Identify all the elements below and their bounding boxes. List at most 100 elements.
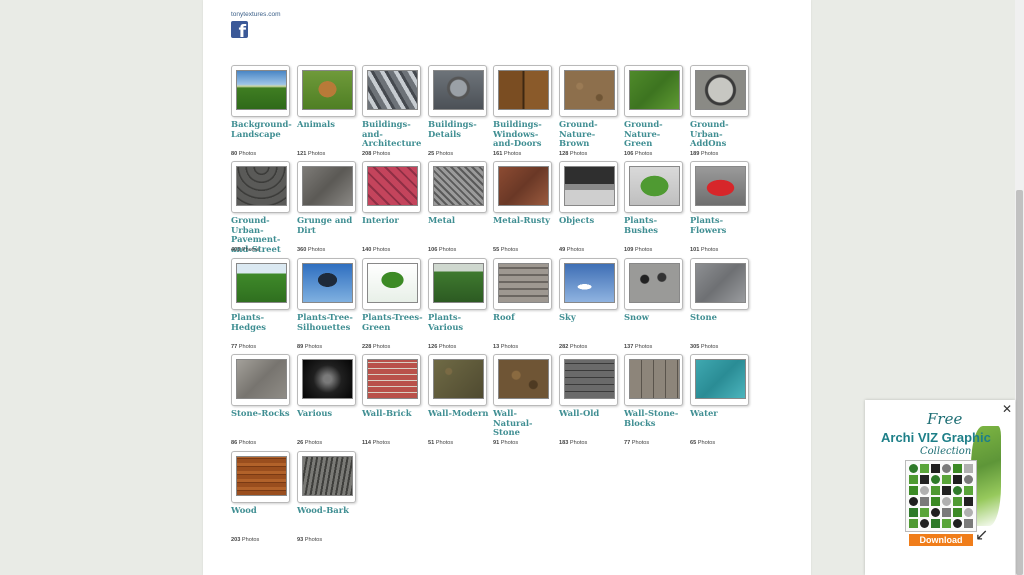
thumbnail-frame[interactable] (690, 258, 749, 310)
category-tile[interactable]: Plants-Tree-Silhouettes 89 Photos (297, 258, 359, 350)
category-tile[interactable]: Ground-Nature-Green 106 Photos (624, 65, 686, 157)
thumbnail-frame[interactable] (428, 258, 487, 310)
category-link[interactable]: Interior (362, 215, 424, 226)
category-tile[interactable]: Water 65 Photos (690, 354, 752, 446)
category-link[interactable]: Stone-Rocks (231, 408, 293, 419)
category-tile[interactable]: Wood-Bark 93 Photos (297, 451, 359, 543)
thumbnail-frame[interactable] (559, 65, 618, 117)
thumbnail-frame[interactable] (624, 65, 683, 117)
building-thumb[interactable] (367, 70, 418, 110)
category-link[interactable]: Background-Landscape (231, 119, 293, 139)
category-tile[interactable]: Buildings-Details 25 Photos (428, 65, 490, 157)
category-link[interactable]: Plants-Tree-Silhouettes (297, 312, 359, 332)
thumbnail-frame[interactable] (428, 65, 487, 117)
upholstery-thumb[interactable] (367, 166, 418, 206)
thumbnail-frame[interactable] (362, 354, 421, 406)
category-link[interactable]: Plants-Trees-Green (362, 312, 424, 332)
rust-thumb[interactable] (498, 166, 549, 206)
category-link[interactable]: Various (297, 408, 359, 419)
category-tile[interactable]: Plants-Trees-Green 228 Photos (362, 258, 424, 350)
category-link[interactable]: Stone (690, 312, 752, 323)
category-link[interactable]: Wood (231, 505, 293, 516)
brown-ground-thumb[interactable] (564, 70, 615, 110)
water-thumb[interactable] (695, 359, 746, 399)
category-link[interactable]: Animals (297, 119, 359, 130)
modern-wall-thumb[interactable] (433, 359, 484, 399)
thumbnail-frame[interactable] (297, 451, 356, 503)
stone-thumb[interactable] (695, 263, 746, 303)
category-tile[interactable]: Wall-Natural-Stone 91 Photos (493, 354, 555, 446)
thumbnail-frame[interactable] (559, 258, 618, 310)
tree-silhouette-thumb[interactable] (302, 263, 353, 303)
rock-thumb[interactable] (236, 359, 287, 399)
dog-thumb[interactable] (302, 70, 353, 110)
thumbnail-frame[interactable] (362, 65, 421, 117)
thumbnail-frame[interactable] (428, 354, 487, 406)
thumbnail-frame[interactable] (559, 161, 618, 213)
category-link[interactable]: Buildings-Details (428, 119, 490, 139)
grass-thumb[interactable] (629, 70, 680, 110)
manhole-thumb[interactable] (695, 70, 746, 110)
category-link[interactable]: Wall-Natural-Stone (493, 408, 555, 438)
thumbnail-frame[interactable] (231, 65, 290, 117)
category-tile[interactable]: Stone 305 Photos (690, 258, 752, 350)
category-tile[interactable]: Wall-Brick 114 Photos (362, 354, 424, 446)
plants-thumb[interactable] (433, 263, 484, 303)
category-link[interactable]: Buildings-Windows-and-Doors (493, 119, 555, 149)
thumbnail-frame[interactable] (297, 354, 356, 406)
category-tile[interactable]: Wood 203 Photos (231, 451, 293, 543)
category-link[interactable]: Ground-Nature-Green (624, 119, 686, 149)
wood-thumb[interactable] (236, 456, 287, 496)
category-link[interactable]: Metal (428, 215, 490, 226)
iron-gate-thumb[interactable] (433, 70, 484, 110)
metal-plate-thumb[interactable] (433, 166, 484, 206)
grunge-thumb[interactable] (302, 166, 353, 206)
category-link[interactable]: Wall-Old (559, 408, 621, 419)
category-tile[interactable]: Plants-Bushes 109 Photos (624, 161, 686, 253)
bark-thumb[interactable] (302, 456, 353, 496)
sky-thumb[interactable] (564, 263, 615, 303)
category-tile[interactable]: Plants-Flowers 101 Photos (690, 161, 752, 253)
category-tile[interactable]: Plants-Various 126 Photos (428, 258, 490, 350)
thumbnail-frame[interactable] (428, 161, 487, 213)
thumbnail-frame[interactable] (559, 354, 618, 406)
thumbnail-frame[interactable] (297, 65, 356, 117)
category-tile[interactable]: Animals 121 Photos (297, 65, 359, 157)
category-tile[interactable]: Interior 140 Photos (362, 161, 424, 253)
category-link[interactable]: Roof (493, 312, 555, 323)
category-tile[interactable]: Ground-Urban-Pavement-and-Street 403 Phot… (231, 161, 293, 254)
ad-popup[interactable]: ✕ Free Archi VIZ Graphic Collection Down… (865, 400, 1015, 575)
close-icon[interactable]: ✕ (1002, 402, 1012, 416)
category-link[interactable]: Plants-Various (428, 312, 490, 332)
landscape-thumb[interactable] (236, 70, 287, 110)
category-link[interactable]: Ground-Urban-AddOns (690, 119, 752, 149)
thumbnail-frame[interactable] (362, 258, 421, 310)
roof-tiles-thumb[interactable] (498, 263, 549, 303)
natural-stone-thumb[interactable] (498, 359, 549, 399)
category-tile[interactable]: Metal 106 Photos (428, 161, 490, 253)
category-tile[interactable]: Wall-Stone-Blocks 77 Photos (624, 354, 686, 446)
thumbnail-frame[interactable] (624, 161, 683, 213)
download-now-button[interactable]: Download Now (909, 534, 973, 557)
wooden-door-thumb[interactable] (498, 70, 549, 110)
category-tile[interactable]: Roof 13 Photos (493, 258, 555, 350)
category-link[interactable]: Buildings-and-Architecture (362, 119, 424, 149)
category-link[interactable]: Metal-Rusty (493, 215, 555, 226)
category-link[interactable]: Wall-Modern (428, 408, 490, 419)
thumbnail-frame[interactable] (231, 451, 290, 503)
category-tile[interactable]: Metal-Rusty 55 Photos (493, 161, 555, 253)
thumbnail-frame[interactable] (690, 65, 749, 117)
category-tile[interactable]: Wall-Modern 51 Photos (428, 354, 490, 446)
category-link[interactable]: Ground-Nature-Brown (559, 119, 621, 149)
dark-texture-thumb[interactable] (302, 359, 353, 399)
thumbnail-frame[interactable] (231, 161, 290, 213)
category-tile[interactable]: Ground-Urban-AddOns 189 Photos (690, 65, 752, 157)
category-tile[interactable]: Snow 137 Photos (624, 258, 686, 350)
thumbnail-frame[interactable] (690, 354, 749, 406)
thumbnail-frame[interactable] (624, 258, 683, 310)
category-link[interactable]: Wall-Brick (362, 408, 424, 419)
category-link[interactable]: Grunge and Dirt (297, 215, 359, 235)
category-tile[interactable]: Sky 282 Photos (559, 258, 621, 350)
thumbnail-frame[interactable] (297, 161, 356, 213)
scrollbar-thumb[interactable] (1016, 190, 1023, 575)
